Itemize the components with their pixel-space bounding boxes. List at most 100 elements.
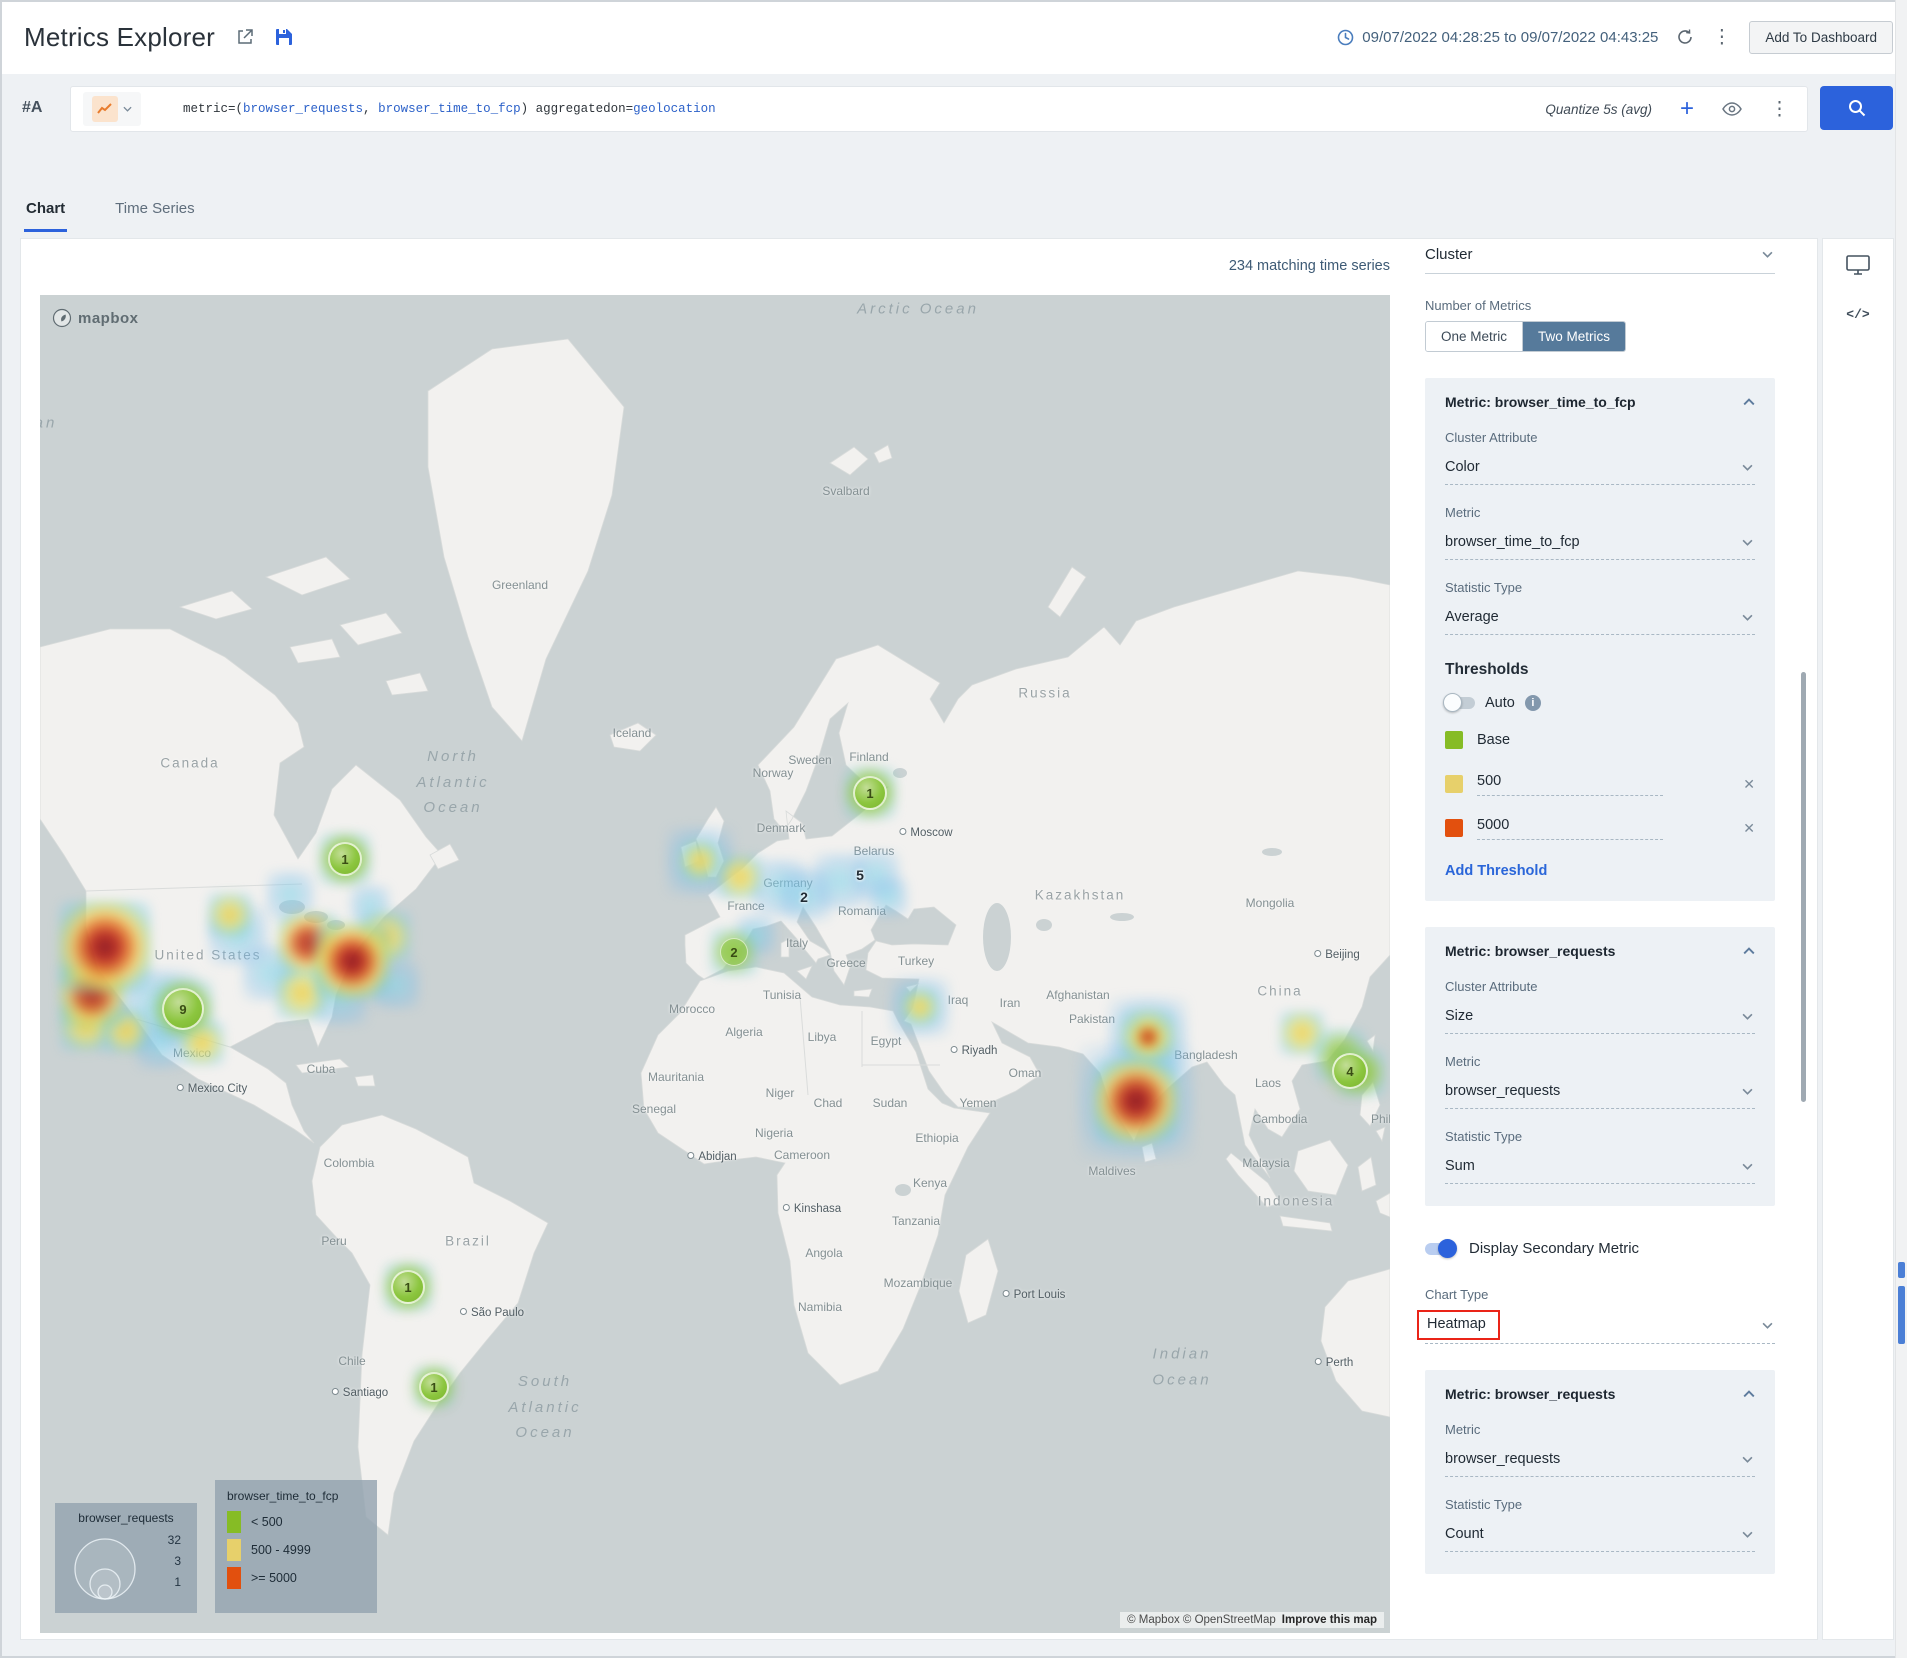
mapbox-logo[interactable]: mapbox bbox=[52, 308, 139, 328]
plot-label: #A bbox=[22, 99, 42, 117]
map-cluster-marker[interactable]: 2 bbox=[720, 938, 748, 966]
add-to-dashboard-button[interactable]: Add To Dashboard bbox=[1749, 21, 1893, 54]
line-chart-icon bbox=[92, 96, 118, 122]
query-row: #A metric=(browser_requests, browser_tim… bbox=[0, 86, 1907, 134]
chart-type-label: Chart Type bbox=[1425, 1287, 1775, 1302]
code-view-icon[interactable]: </> bbox=[1846, 307, 1869, 322]
select-value: Size bbox=[1445, 1008, 1473, 1024]
map-cluster-marker[interactable]: 1 bbox=[328, 842, 362, 876]
map-cluster-marker[interactable]: 1 bbox=[419, 1372, 449, 1402]
select-statistic-type[interactable]: Count bbox=[1445, 1518, 1755, 1552]
legend-requests-title: browser_requests bbox=[65, 1511, 187, 1525]
threshold-row: 500 ✕ bbox=[1445, 769, 1755, 799]
remove-threshold-icon[interactable]: ✕ bbox=[1743, 820, 1755, 837]
metric-card-fcp: Metric: browser_time_to_fcp Cluster Attr… bbox=[1425, 378, 1775, 901]
bubble-size-legend-icon bbox=[65, 1527, 157, 1605]
plot-type-button[interactable] bbox=[83, 92, 141, 126]
chart-type-select[interactable]: Heatmap bbox=[1425, 1308, 1775, 1344]
page-scrollbar[interactable] bbox=[1895, 0, 1907, 1658]
threshold-value-input[interactable]: 5000 bbox=[1477, 817, 1663, 840]
map-cluster-marker[interactable]: 1 bbox=[391, 1270, 425, 1304]
select-cluster-attribute[interactable]: Size bbox=[1445, 1000, 1755, 1034]
metric-card-requests-title: Metric: browser_requests bbox=[1445, 943, 1615, 959]
auto-thresholds-toggle[interactable] bbox=[1445, 697, 1475, 709]
legend-color-row: >= 5000 bbox=[227, 1567, 365, 1589]
select-cluster-attribute[interactable]: Color bbox=[1445, 451, 1755, 485]
chevron-down-icon bbox=[1742, 1456, 1753, 1463]
map-cluster-marker[interactable]: 1 bbox=[853, 776, 887, 810]
metric-card-requests-secondary: Metric: browser_requests Metricbrowser_r… bbox=[1425, 1370, 1775, 1574]
threshold-color-swatch[interactable] bbox=[1445, 819, 1463, 837]
select-value: Average bbox=[1445, 609, 1499, 625]
query-input[interactable]: metric=(browser_requests, browser_time_t… bbox=[183, 102, 716, 116]
collapse-chevron-up-icon[interactable] bbox=[1743, 947, 1755, 955]
number-of-metrics-label: Number of Metrics bbox=[1425, 298, 1775, 313]
chevron-down-icon bbox=[1742, 1088, 1753, 1095]
improve-map-link[interactable]: Improve this map bbox=[1282, 1614, 1377, 1626]
chevron-down-icon bbox=[1742, 1531, 1753, 1538]
threshold-value-input[interactable]: 500 bbox=[1477, 773, 1663, 796]
select-metric[interactable]: browser_requests bbox=[1445, 1443, 1755, 1477]
threshold-row: 5000 ✕ bbox=[1445, 813, 1755, 843]
legend-requests-values: 3231 bbox=[168, 1533, 181, 1589]
view-switch-rail: </> bbox=[1822, 238, 1894, 1640]
mapbox-logo-icon bbox=[52, 308, 72, 328]
select-metric[interactable]: browser_time_to_fcp bbox=[1445, 526, 1755, 560]
tab-chart[interactable]: Chart bbox=[24, 194, 67, 232]
legend-browser-requests: browser_requests 3231 bbox=[55, 1503, 197, 1613]
add-threshold-link[interactable]: Add Threshold bbox=[1445, 863, 1755, 879]
tab-time-series[interactable]: Time Series bbox=[113, 194, 196, 232]
map-attribution: © Mapbox © OpenStreetMapImprove this map bbox=[1120, 1612, 1384, 1628]
map-cluster-marker[interactable]: 5 bbox=[849, 864, 871, 886]
scrollbar-mark bbox=[1898, 1262, 1905, 1278]
legend-size-value: 3 bbox=[174, 1554, 181, 1568]
quantize-label: Quantize 5s (avg) bbox=[1545, 102, 1652, 117]
panel-scrollbar[interactable] bbox=[1801, 672, 1806, 1102]
save-icon[interactable] bbox=[275, 28, 293, 46]
field-label: Statistic Type bbox=[1445, 1129, 1755, 1144]
select-value: Color bbox=[1445, 459, 1480, 475]
field-label: Metric bbox=[1445, 1054, 1755, 1069]
remove-threshold-icon[interactable]: ✕ bbox=[1743, 776, 1755, 793]
threshold-base-label: Base bbox=[1477, 732, 1510, 748]
chart-options-panel: Cluster Number of Metrics One MetricTwo … bbox=[1425, 240, 1775, 1574]
field-label: Statistic Type bbox=[1445, 580, 1755, 595]
time-range[interactable]: 09/07/2022 04:28:25 to 09/07/2022 04:43:… bbox=[1337, 29, 1658, 46]
collapse-chevron-up-icon[interactable] bbox=[1743, 1390, 1755, 1398]
world-map[interactable]: Arctic OceananGreenlandSvalbardIcelandCa… bbox=[40, 295, 1390, 1633]
segment-two-metrics[interactable]: Two Metrics bbox=[1523, 322, 1625, 351]
map-cluster-marker[interactable]: 4 bbox=[1332, 1053, 1368, 1089]
display-secondary-metric-toggle[interactable] bbox=[1425, 1243, 1455, 1255]
select-value: browser_requests bbox=[1445, 1083, 1560, 1099]
legend-color-swatch bbox=[227, 1567, 241, 1589]
select-value: Sum bbox=[1445, 1158, 1475, 1174]
query-menu-icon[interactable]: ⋮ bbox=[1770, 100, 1789, 119]
field-label: Cluster Attribute bbox=[1445, 979, 1755, 994]
select-statistic-type[interactable]: Average bbox=[1445, 601, 1755, 635]
cluster-select[interactable]: Cluster bbox=[1425, 240, 1775, 274]
select-metric[interactable]: browser_requests bbox=[1445, 1075, 1755, 1109]
chart-view-icon[interactable] bbox=[1846, 255, 1870, 275]
share-icon[interactable] bbox=[235, 27, 255, 47]
segment-one-metric[interactable]: One Metric bbox=[1426, 322, 1523, 351]
threshold-color-swatch[interactable] bbox=[1445, 731, 1463, 749]
visibility-eye-icon[interactable] bbox=[1722, 102, 1742, 116]
collapse-chevron-up-icon[interactable] bbox=[1743, 398, 1755, 406]
threshold-color-swatch[interactable] bbox=[1445, 775, 1463, 793]
clock-icon bbox=[1337, 29, 1354, 46]
map-cluster-marker[interactable]: 2 bbox=[793, 886, 815, 908]
header-overflow-menu-icon[interactable]: ⋮ bbox=[1712, 28, 1731, 47]
search-button[interactable] bbox=[1820, 86, 1893, 130]
legend-size-value: 32 bbox=[168, 1533, 181, 1547]
info-icon[interactable]: i bbox=[1525, 695, 1541, 711]
basemap bbox=[40, 295, 1390, 1633]
chevron-down-icon bbox=[1742, 1163, 1753, 1170]
map-cluster-marker[interactable]: 9 bbox=[162, 988, 204, 1030]
legend-color-row: 500 - 4999 bbox=[227, 1539, 365, 1561]
select-statistic-type[interactable]: Sum bbox=[1445, 1150, 1755, 1184]
add-query-icon[interactable]: + bbox=[1680, 97, 1694, 121]
refresh-icon[interactable] bbox=[1676, 28, 1694, 46]
legend-color-swatch bbox=[227, 1511, 241, 1533]
field-label: Cluster Attribute bbox=[1445, 430, 1755, 445]
legend-color-label: 500 - 4999 bbox=[251, 1543, 311, 1557]
